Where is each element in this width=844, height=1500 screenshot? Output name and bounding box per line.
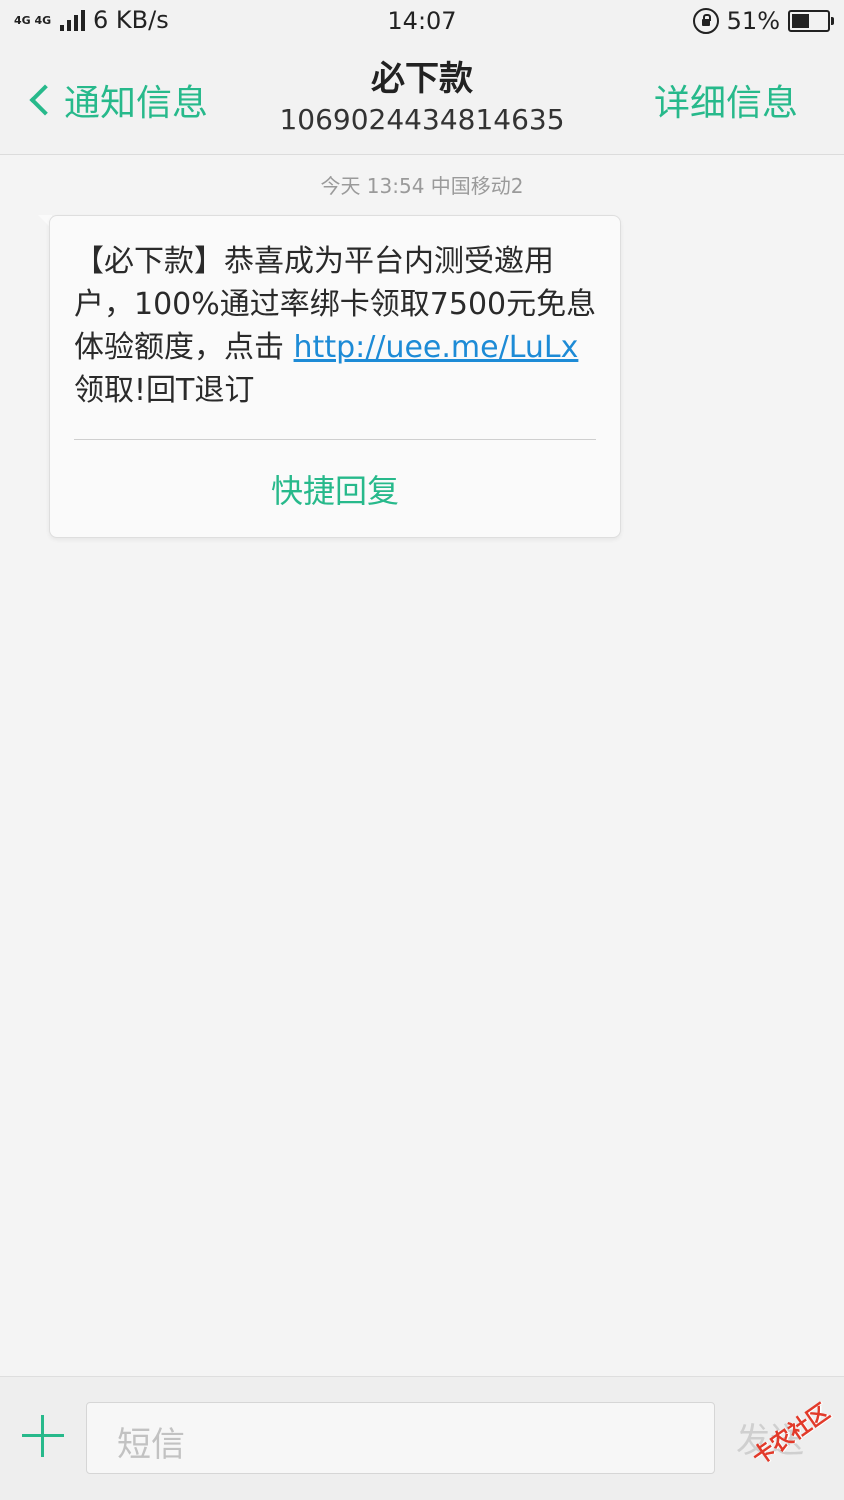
- message-input-placeholder: 短信: [117, 1425, 185, 1465]
- composer-bar: 短信 发送 卡农社区: [0, 1376, 844, 1500]
- plus-icon[interactable]: [22, 1415, 64, 1457]
- status-bar: 4G 4G 6 KB/s 14:07 51%: [0, 0, 844, 44]
- quick-reply-button[interactable]: 快捷回复: [50, 466, 620, 512]
- details-button[interactable]: 详细信息: [654, 74, 798, 126]
- status-right: 51%: [692, 7, 834, 35]
- message-tail: 领取!回T退订: [74, 373, 255, 408]
- message-body: 【必下款】恭喜成为平台内测受邀用户，100%通过率绑卡领取7500元免息体验额度…: [74, 240, 604, 412]
- battery-percent: 51%: [726, 7, 780, 35]
- bubble-divider: [74, 439, 596, 440]
- message-timestamp: 今天 13:54 中国移动2: [320, 174, 524, 198]
- conversation-header: 通知信息 必下款 1069024434814635 详细信息: [0, 44, 844, 155]
- battery-icon: [788, 10, 834, 32]
- rotation-lock-icon: [692, 8, 719, 34]
- message-input[interactable]: 短信: [86, 1402, 715, 1474]
- message-link[interactable]: http://uee.me/LuLx: [294, 330, 579, 365]
- message-bubble[interactable]: 【必下款】恭喜成为平台内测受邀用户，100%通过率绑卡领取7500元免息体验额度…: [49, 215, 621, 538]
